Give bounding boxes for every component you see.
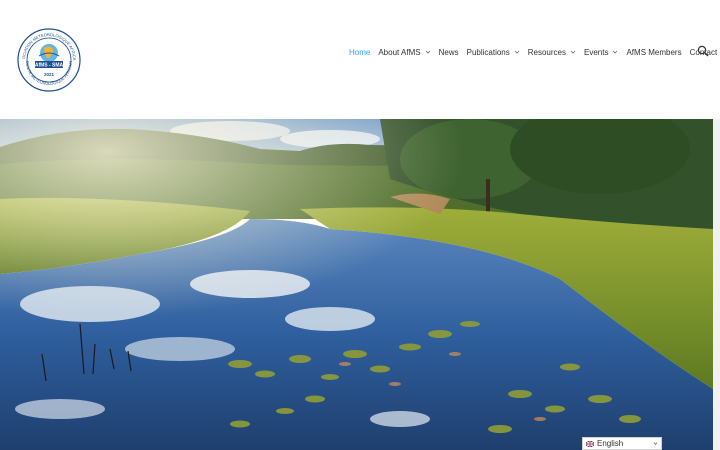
nav-item-publications[interactable]: Publications [467, 48, 520, 57]
svg-text:2021: 2021 [44, 72, 55, 77]
hero-landscape-image [0, 119, 713, 450]
language-selector[interactable]: English [582, 437, 662, 450]
nav-item-news[interactable]: News [439, 48, 459, 57]
nav-item-about[interactable]: About AfMS [378, 48, 430, 57]
main-nav: Home About AfMS News Publications Resour… [349, 45, 717, 59]
language-label: English [597, 439, 624, 448]
nav-item-resources[interactable]: Resources [528, 48, 576, 57]
nav-item-label: News [438, 47, 459, 57]
nav-item-label: Publications [466, 47, 510, 57]
chevron-down-icon [613, 50, 618, 54]
nav-item-members[interactable]: AfMS Members [626, 48, 681, 57]
nav-item-home[interactable]: Home [349, 48, 370, 57]
svg-text:AfMS - SMA: AfMS - SMA [35, 63, 64, 69]
page-scrollbar[interactable] [713, 119, 720, 450]
afms-logo[interactable]: ASSOCIATION METEOROLOGIQUE AFRICAINE SOC… [17, 28, 81, 92]
nav-item-events[interactable]: Events [584, 48, 618, 57]
nav-item-label: Events [584, 47, 609, 57]
chevron-down-icon [425, 50, 430, 54]
chevron-down-icon [514, 50, 520, 54]
chevron-down-icon [653, 442, 658, 446]
search-icon[interactable] [697, 45, 709, 57]
nav-item-label: Home [349, 47, 371, 57]
nav-item-label: Resources [527, 47, 566, 57]
nav-item-label: AfMS Members [626, 47, 682, 57]
uk-flag-icon [586, 440, 594, 447]
chevron-down-icon [570, 50, 576, 54]
nav-item-label: About AfMS [378, 47, 421, 57]
site-header: ASSOCIATION METEOROLOGIQUE AFRICAINE SOC… [0, 0, 720, 119]
